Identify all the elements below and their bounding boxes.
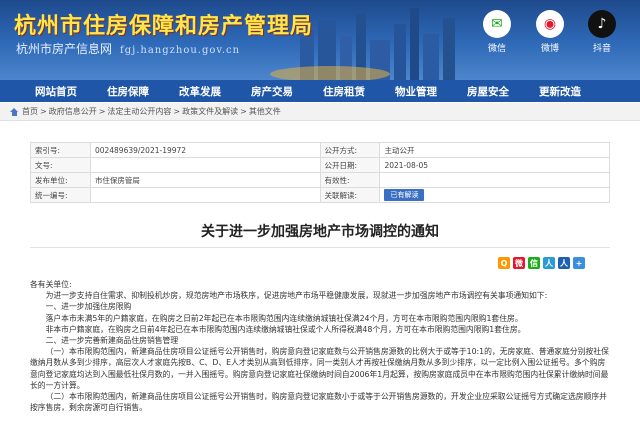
meta-key: 关联解读: — [319, 187, 381, 203]
article-paragraph: （一）本市限购范围内，新建商品住房项目公证摇号公开销售时，购房意向登记家庭数与公… — [30, 347, 609, 390]
douyin-label: 抖音 — [592, 44, 611, 54]
breadcrumb-other-docs[interactable]: 其他文件 — [249, 106, 281, 117]
breadcrumb-policy-docs[interactable]: 政策文件及解读 — [182, 106, 238, 117]
share-person-icon[interactable]: 人 — [558, 257, 570, 269]
meta-value — [89, 157, 321, 173]
meta-value: 主动公开 — [379, 142, 610, 158]
breadcrumb-separator: > — [240, 107, 247, 116]
meta-value: 002489639/2021-19972 — [89, 142, 321, 158]
header-banner: 杭州市住房保障和房产管理局 杭州市房产信息网 fgj.hangzhou.gov.c… — [0, 0, 640, 80]
breadcrumb-separator: > — [98, 107, 106, 116]
article-paragraph: （二）本市限购范围内，新建商品住房项目公证摇号公开销售时，购房意向登记家庭数小于… — [30, 392, 607, 413]
table-row: 文号: 公开日期: 2021-08-05 — [30, 157, 610, 173]
share-toolbar: Q 微 信 人 人 + — [498, 257, 585, 269]
breadcrumb-home[interactable]: 首页 — [22, 106, 38, 117]
meta-value — [379, 172, 610, 188]
meta-value: 市住保房管局 — [89, 172, 321, 188]
document-meta-table: 索引号: 002489639/2021-19972 公开方式: 主动公开 文号:… — [30, 142, 610, 203]
nav-item-building-safety[interactable]: 房屋安全 — [452, 84, 524, 99]
article-paragraph: 落户本市未满5年的户籍家庭，在购房之日前2年起已在本市限购范围内连续缴纳城镇社保… — [45, 313, 523, 323]
article-greeting: 各有关单位: — [30, 280, 72, 289]
nav-item-reform[interactable]: 改革发展 — [164, 84, 236, 99]
table-row: 发布单位: 市住保房管局 有效性: — [30, 172, 610, 188]
share-more-icon[interactable]: + — [573, 257, 585, 269]
share-wechat-icon[interactable]: 信 — [528, 257, 540, 269]
breadcrumb-separator: > — [40, 107, 47, 116]
article-paragraph: 非本市户籍家庭，在购房之日前4年起已在本市限购范围内连续缴纳城镇社保或个人所得税… — [45, 324, 526, 334]
wechat-icon: ✉ — [483, 10, 511, 38]
meta-value — [89, 187, 321, 203]
home-icon — [10, 107, 19, 116]
title-divider — [30, 247, 610, 248]
meta-key: 公开方式: — [319, 142, 381, 158]
wechat-link[interactable]: ✉ 微信 — [478, 10, 516, 54]
nav-item-housing-rental[interactable]: 住房租赁 — [308, 84, 380, 99]
article-section-heading: 二、进一步完善新建商品住房销售管理 — [45, 336, 179, 346]
breadcrumb-statutory[interactable]: 法定主动公开内容 — [107, 106, 171, 117]
meta-key: 有效性: — [319, 172, 381, 188]
wechat-label: 微信 — [487, 44, 506, 54]
share-qzone-icon[interactable]: Q — [498, 257, 510, 269]
related-interpretation-button[interactable]: 已有解读 — [384, 189, 425, 201]
nav-item-renovation[interactable]: 更新改造 — [524, 84, 596, 99]
article-section-heading: 一、进一步加强住房限购 — [45, 302, 132, 312]
meta-key: 公开日期: — [319, 157, 381, 173]
table-row: 索引号: 002489639/2021-19972 公开方式: 主动公开 — [30, 142, 610, 158]
nav-item-housing-security[interactable]: 住房保障 — [92, 84, 164, 99]
table-row: 统一编号: 关联解读: 已有解读 — [30, 187, 610, 203]
share-weibo-icon[interactable]: 微 — [513, 257, 525, 269]
site-subtitle: 杭州市房产信息网 fgj.hangzhou.gov.cn — [16, 40, 240, 57]
article-body: 各有关单位: 为进一步支持自住需求、抑制投机炒房，规范房地产市场秩序，促进房地产… — [30, 279, 610, 413]
weibo-icon: ◉ — [536, 10, 564, 38]
meta-key: 统一编号: — [30, 187, 91, 203]
article-paragraph: 为进一步支持自住需求、抑制投机炒房，规范房地产市场秩序，促进房地产市场平稳健康发… — [45, 291, 548, 301]
site-title: 杭州市住房保障和房产管理局 — [14, 13, 314, 39]
breadcrumb-separator: > — [173, 107, 181, 116]
nav-item-property-trading[interactable]: 房产交易 — [236, 84, 308, 99]
share-renren-icon[interactable]: 人 — [543, 257, 555, 269]
meta-value: 2021-08-05 — [379, 157, 610, 173]
article-title: 关于进一步加强房地产市场调控的通知 — [201, 224, 439, 240]
nav-item-property-management[interactable]: 物业管理 — [380, 84, 452, 99]
meta-key: 发布单位: — [30, 172, 91, 188]
meta-key: 索引号: — [30, 142, 91, 158]
weibo-label: 微博 — [540, 44, 559, 54]
meta-value: 已有解读 — [379, 187, 610, 203]
site-domain: fgj.hangzhou.gov.cn — [120, 45, 241, 56]
breadcrumb-gov-info[interactable]: 政府信息公开 — [49, 106, 97, 117]
meta-key: 文号: — [30, 157, 91, 173]
main-nav: 网站首页 住房保障 改革发展 房产交易 住房租赁 物业管理 房屋安全 更新改造 — [0, 80, 640, 102]
douyin-icon: ♪ — [588, 10, 616, 38]
weibo-link[interactable]: ◉ 微博 — [531, 10, 569, 54]
breadcrumb: 首页 > 政府信息公开 > 法定主动公开内容 > 政策文件及解读 > 其他文件 — [0, 103, 640, 121]
douyin-link[interactable]: ♪ 抖音 — [583, 10, 621, 54]
site-subtitle-text: 杭州市房产信息网 — [16, 42, 113, 56]
nav-item-home[interactable]: 网站首页 — [20, 84, 92, 99]
